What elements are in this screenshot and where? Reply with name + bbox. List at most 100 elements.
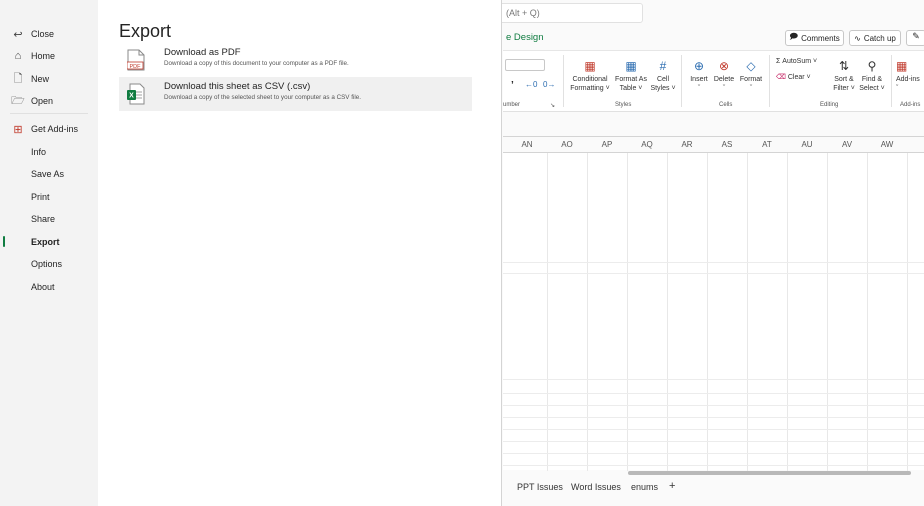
delete-cells-button[interactable]: ⊗ Delete ˇ [711, 59, 737, 93]
conditional-label: Conditional [572, 76, 608, 83]
grid-line [787, 153, 788, 471]
sheet-tab[interactable]: Word Issues [571, 482, 621, 492]
spreadsheet-grid[interactable]: AN AO AP AQ AR AS AT AU AV AW [503, 136, 924, 471]
decrease-decimal-icon[interactable]: 0→ [543, 80, 555, 89]
sort-label: Sort & [834, 76, 854, 83]
conditional-formatting-button[interactable]: ▦ Conditional Formatting ˅ [567, 59, 613, 93]
ribbon: ’ ←0 0→ umber ↘ ▦ Conditional Formatting… [503, 50, 924, 112]
comments-button[interactable]: 🗩 Comments [785, 30, 844, 46]
grid-line [907, 153, 908, 471]
group-number-label: umber [503, 102, 521, 108]
grid-line [503, 465, 924, 466]
nav-label: Home [31, 51, 56, 61]
sheet-tab[interactable]: PPT Issues [517, 482, 563, 492]
increase-decimal-icon[interactable]: ←0 [525, 80, 537, 89]
sigma-icon: Σ [776, 58, 781, 65]
excel-csv-icon: X [127, 83, 145, 105]
number-format-dropdown[interactable] [505, 59, 545, 71]
column-header[interactable]: AT [747, 137, 787, 153]
nav-about[interactable]: About [0, 276, 98, 298]
grid-line [547, 153, 548, 471]
column-header[interactable]: AU [787, 137, 827, 153]
nav-save-as[interactable]: Save As [0, 163, 98, 185]
nav-divider [10, 113, 88, 114]
cell-label: Cell [656, 76, 670, 83]
catch-up-button[interactable]: ∿ Catch up [849, 30, 901, 46]
ribbon-separator [563, 55, 564, 107]
column-header[interactable]: AO [547, 137, 587, 153]
nav-home[interactable]: ⌂ Home [0, 45, 98, 67]
page-title: Export [119, 21, 172, 41]
editing-mode-button[interactable]: ✎ [906, 30, 924, 46]
conditional-formatting-icon: ▦ [584, 59, 596, 73]
add-ins-button[interactable]: ▦ Add-ins ˇ [896, 59, 924, 93]
formatting-label: Formatting ˅ [570, 85, 610, 92]
grid-line [707, 153, 708, 471]
pencil-icon: ✎ [912, 31, 920, 41]
nav-options[interactable]: Options [0, 253, 98, 275]
tab-table-design[interactable]: e Design [506, 32, 544, 43]
grid-line [503, 379, 924, 380]
group-editing-label: Editing [820, 102, 839, 108]
home-icon: ⌂ [14, 50, 22, 62]
column-header[interactable]: AN [507, 137, 547, 153]
nav-label: Info [31, 147, 47, 157]
column-header[interactable]: AS [707, 137, 747, 153]
comma-style-icon[interactable]: ’ [511, 80, 514, 91]
option-title: Download as PDF [164, 47, 241, 58]
grid-line [627, 153, 628, 471]
clear-label: Clear ˅ [787, 74, 811, 81]
nav-label: Share [31, 214, 56, 224]
column-header-row: AN AO AP AQ AR AS AT AU AV AW [503, 137, 924, 153]
option-description: Download a copy of the selected sheet to… [164, 94, 362, 101]
grid-line [667, 153, 668, 471]
download-pdf-option[interactable]: PDF Download as PDF Download a copy of t… [119, 43, 472, 77]
group-addins-label: Add-ins [900, 102, 921, 108]
nav-export[interactable]: Export [0, 231, 98, 253]
format-as-table-button[interactable]: ▦ Format As Table ˅ [613, 59, 649, 93]
styles-label: Styles ˅ [650, 85, 676, 92]
pdf-file-icon: PDF [127, 49, 145, 71]
grid-line [587, 153, 588, 471]
activity-icon: ∿ [854, 33, 861, 43]
autosum-button[interactable]: Σ AutoSum ˅ [776, 57, 817, 66]
nav-close[interactable]: ↩ Close [0, 23, 98, 45]
cell-styles-button[interactable]: # Cell Styles ˅ [649, 59, 677, 93]
nav-get-add-ins[interactable]: ⊞ Get Add-ins [0, 118, 98, 140]
ribbon-separator [769, 55, 770, 107]
search-input[interactable]: (Alt + Q) [497, 3, 643, 23]
selected-indicator [3, 236, 5, 247]
horizontal-scrollbar[interactable] [628, 471, 911, 475]
nav-share[interactable]: Share [0, 208, 98, 230]
column-header[interactable]: AV [827, 137, 867, 153]
nav-open[interactable]: 🗁 Open [0, 90, 98, 112]
clear-button[interactable]: ⌫ Clear ˅ [776, 73, 811, 82]
group-cells-label: Cells [719, 102, 733, 108]
dialog-launcher-icon[interactable]: ↘ [550, 102, 555, 109]
column-header[interactable]: AP [587, 137, 627, 153]
filter-label: Filter ˅ [833, 85, 855, 92]
sort-filter-button[interactable]: ⇅ Sort & Filter ˅ [831, 59, 857, 93]
download-csv-option[interactable]: X Download this sheet as CSV (.csv) Down… [119, 77, 472, 111]
format-cells-button[interactable]: ◇ Format ˇ [737, 59, 765, 93]
grid-line [827, 153, 828, 471]
sheet-tab[interactable]: enums [631, 482, 658, 492]
grid-line [503, 453, 924, 454]
column-header[interactable]: AQ [627, 137, 667, 153]
group-styles-label: Styles [615, 102, 632, 108]
nav-info[interactable]: Info [0, 141, 98, 163]
select-label: Select ˅ [859, 85, 885, 92]
cell-styles-icon: # [659, 59, 667, 73]
delete-cells-icon: ⊗ [718, 59, 730, 73]
nav-print[interactable]: Print [0, 186, 98, 208]
new-doc-icon: 🗋 [13, 72, 23, 85]
column-header[interactable]: AW [867, 137, 907, 153]
insert-cells-button[interactable]: ⊕ Insert ˇ [687, 59, 711, 93]
svg-text:PDF: PDF [130, 64, 142, 70]
add-sheet-button[interactable]: + [669, 480, 675, 492]
nav-new[interactable]: 🗋 New [0, 68, 98, 90]
column-header[interactable]: AR [667, 137, 707, 153]
comments-label: Comments [801, 33, 840, 43]
find-select-button[interactable]: ⚲ Find & Select ˅ [858, 59, 886, 93]
nav-label: Get Add-ins [31, 124, 79, 134]
